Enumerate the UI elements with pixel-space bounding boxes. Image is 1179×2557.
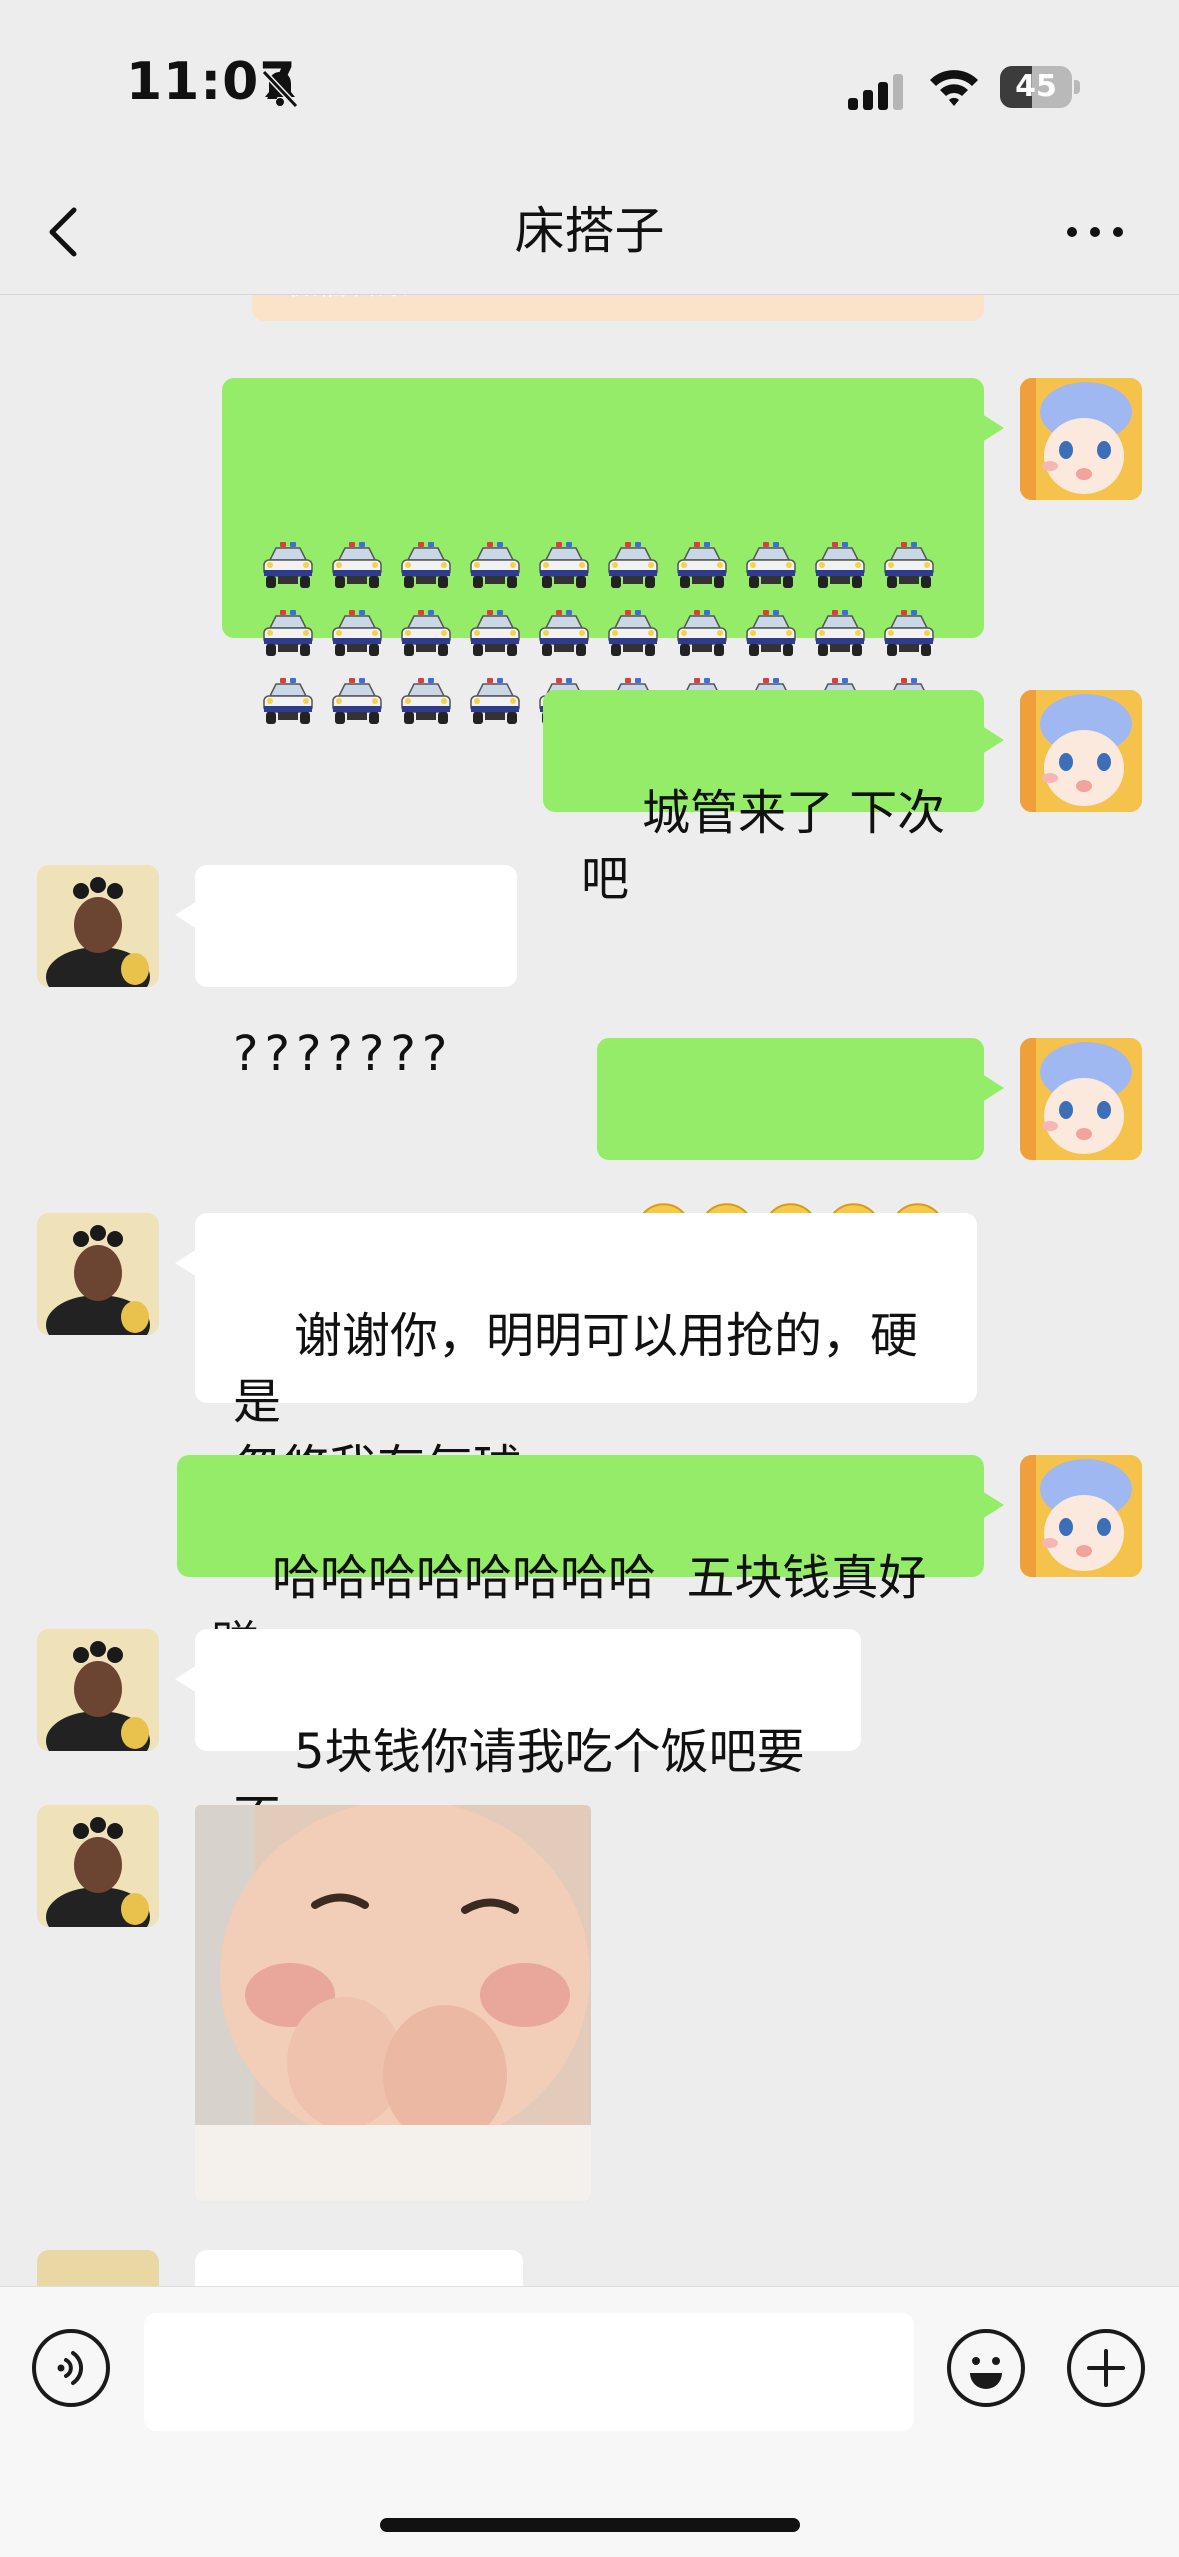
police-car-icon — [332, 610, 382, 656]
police-car-icon — [263, 542, 313, 588]
transfer-card[interactable]: 微信转账 — [252, 295, 984, 321]
emoji-button[interactable] — [947, 2329, 1025, 2407]
contact-avatar[interactable] — [37, 1805, 159, 1927]
bell-off-icon — [261, 69, 299, 109]
home-indicator — [380, 2518, 800, 2532]
message-bubble-sent[interactable] — [222, 378, 1004, 724]
police-car-icon — [263, 610, 313, 656]
more-actions-button[interactable] — [1067, 2329, 1145, 2407]
self-avatar[interactable] — [1020, 378, 1142, 500]
cartoon-avatar-icon — [1020, 690, 1142, 812]
police-car-icon — [470, 610, 520, 656]
signal-icon — [848, 74, 903, 110]
police-car-icon — [401, 678, 451, 724]
police-car-icon — [677, 542, 727, 588]
message-bubble-sent[interactable] — [597, 1038, 1004, 1259]
police-car-icon — [332, 678, 382, 724]
more-options-icon[interactable] — [1060, 210, 1130, 254]
self-avatar[interactable] — [1020, 1038, 1142, 1160]
police-car-icon — [332, 542, 382, 588]
police-car-icon — [470, 678, 520, 724]
cartoon-avatar-icon — [1020, 1038, 1142, 1160]
voice-icon — [57, 2351, 83, 2385]
contact-photo-icon — [37, 865, 159, 987]
police-car-icon — [539, 542, 589, 588]
contact-photo-icon — [37, 1629, 159, 1751]
chat-title: 床搭子 — [514, 202, 665, 260]
voice-input-button[interactable] — [32, 2329, 110, 2407]
cartoon-avatar-icon — [1020, 1455, 1142, 1577]
police-car-icon — [470, 542, 520, 588]
police-car-icon — [677, 610, 727, 656]
message-bubble-received[interactable]: 5块钱你请我吃个饭吧要不 — [175, 1629, 861, 1846]
police-car-icon — [263, 678, 313, 724]
police-car-icon — [884, 610, 934, 656]
chat-header: 床搭子 — [0, 170, 1179, 295]
battery-indicator: 45 — [1000, 66, 1080, 108]
cartoon-avatar-icon — [1020, 378, 1142, 500]
wifi-icon — [930, 70, 978, 106]
input-bar — [0, 2286, 1179, 2557]
battery-percent: 45 — [1015, 69, 1057, 104]
police-car-icon — [539, 610, 589, 656]
smiley-icon — [970, 2357, 1002, 2389]
message-bubble-received[interactable]: 谢谢你，明明可以用抢的，硬是 忽悠我有气球 — [175, 1213, 977, 1496]
self-avatar[interactable] — [1020, 690, 1142, 812]
message-bubble-sent[interactable]: 哈哈哈哈哈哈哈哈 五块钱真好赚 — [177, 1455, 1004, 1672]
self-avatar[interactable] — [1020, 1455, 1142, 1577]
police-car-icon — [746, 542, 796, 588]
police-car-icon — [401, 542, 451, 588]
police-car-icon — [608, 542, 658, 588]
message-bubble-received[interactable]: ??????? — [175, 865, 517, 1082]
message-list[interactable]: 微信转账 城管来了 下次吧 — [0, 295, 1179, 2305]
transfer-label: 微信转账 — [288, 295, 408, 315]
police-car-icon — [746, 610, 796, 656]
contact-avatar[interactable] — [37, 1213, 159, 1335]
contact-avatar[interactable] — [37, 1629, 159, 1751]
police-car-icon — [884, 542, 934, 588]
police-car-icon — [815, 610, 865, 656]
contact-photo-icon — [37, 1213, 159, 1335]
police-car-icon — [815, 542, 865, 588]
contact-avatar[interactable] — [37, 865, 159, 987]
status-bar: 11:07 45 — [0, 0, 1179, 170]
police-car-icon — [608, 610, 658, 656]
sticker-image[interactable] — [195, 1805, 591, 2201]
message-text: ??????? — [233, 1026, 454, 1082]
plus-icon — [1087, 2349, 1125, 2387]
contact-photo-icon — [37, 1805, 159, 1927]
police-car-icon — [401, 610, 451, 656]
message-input[interactable] — [144, 2313, 914, 2431]
baby-sticker-icon — [195, 1805, 591, 2201]
message-bubble-sent[interactable]: 城管来了 下次吧 — [543, 690, 1004, 907]
